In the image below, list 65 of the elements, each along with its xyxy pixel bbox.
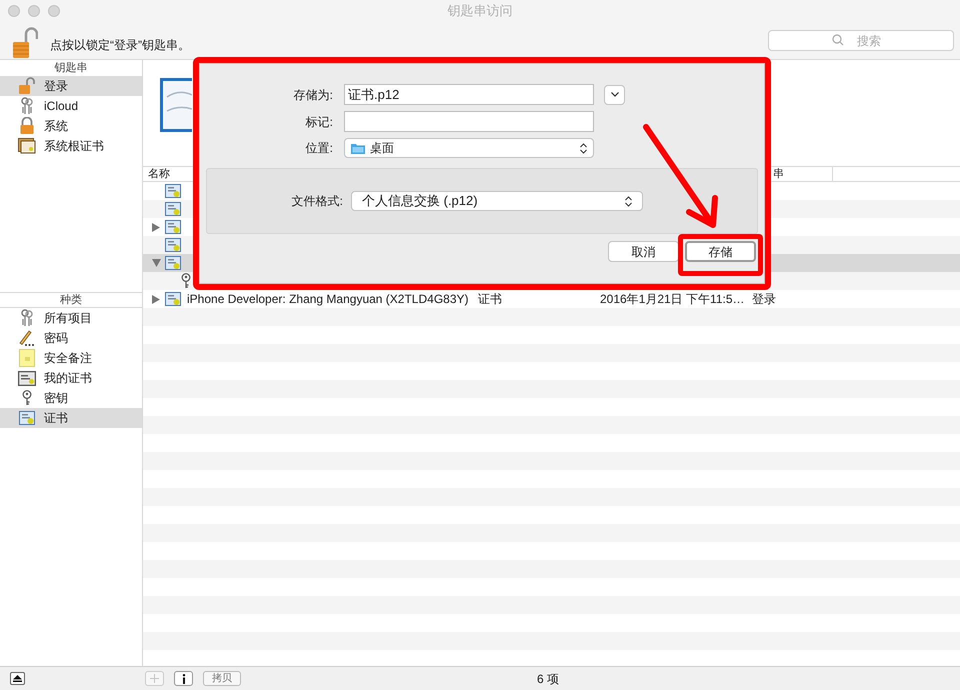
- show-sidebar-button[interactable]: [10, 672, 25, 685]
- field-label: 存储为:: [292, 86, 334, 104]
- filename-field[interactable]: 证书.p12: [344, 84, 594, 105]
- format-dropdown[interactable]: 个人信息交换 (.p12): [351, 191, 643, 211]
- cancel-button[interactable]: 取消: [608, 241, 679, 262]
- open-padlock-icon: [18, 77, 36, 95]
- plus-icon: [150, 674, 159, 683]
- sidebar-item[interactable]: 所有项目: [0, 308, 142, 328]
- sidebar-item[interactable]: 系统: [0, 116, 142, 136]
- certificate-icon: [18, 370, 36, 386]
- location-dropdown[interactable]: 桌面: [344, 138, 594, 158]
- folder-icon: [351, 142, 365, 154]
- search-field[interactable]: 搜索: [768, 30, 954, 51]
- collapse-arrow-icon[interactable]: [152, 259, 160, 267]
- add-button[interactable]: [145, 671, 164, 686]
- sidebar-item[interactable]: 登录: [0, 76, 142, 96]
- expand-arrow-icon[interactable]: [152, 222, 160, 232]
- certificate-icon: [19, 411, 35, 425]
- expand-arrow-icon[interactable]: [152, 294, 160, 304]
- note-icon: [19, 349, 35, 367]
- certificate-icon: [159, 77, 192, 133]
- search-icon: [832, 34, 844, 46]
- table-cell-text: 2016年1月21日 下午11:5…: [600, 291, 746, 308]
- copy-button[interactable]: 拷贝: [203, 671, 241, 686]
- certificates-icon: [18, 138, 36, 154]
- certificate-icon: [165, 238, 181, 252]
- field-label: 位置:: [304, 140, 334, 157]
- expand-button[interactable]: [604, 84, 625, 104]
- keys-icon: [19, 309, 35, 327]
- open-padlock-icon[interactable]: [12, 26, 38, 58]
- key-icon: [181, 273, 191, 289]
- save-button[interactable]: 存储: [685, 241, 756, 262]
- sidebar-item[interactable]: 证书: [0, 408, 142, 428]
- sidebar-item[interactable]: 我的证书: [0, 368, 142, 388]
- field-label: 文件格式:: [290, 193, 344, 210]
- table-cell-text: 登录: [752, 291, 776, 308]
- certificate-icon: [165, 256, 181, 270]
- field-label: 标记:: [304, 114, 334, 130]
- info-button[interactable]: [174, 671, 193, 686]
- eject-icon: [13, 675, 22, 682]
- certificate-icon: [165, 202, 181, 216]
- section-header: 钥匙串: [54, 61, 88, 76]
- certificate-icon: [165, 292, 181, 306]
- section-header: 种类: [0, 292, 142, 308]
- sidebar-item[interactable]: 密码: [0, 328, 142, 348]
- sidebar-item[interactable]: 系统根证书: [0, 136, 142, 156]
- certificate-icon: [165, 184, 181, 198]
- stepper-icon: [625, 196, 632, 206]
- lock-hint: 点按以锁定“登录”钥匙串。: [50, 36, 190, 54]
- table-cell-text: iPhone Developer: Zhang Mangyuan (X2TLD4G83Y): [187, 291, 468, 308]
- key-icon: [22, 390, 32, 406]
- item-count: 6 项: [537, 670, 560, 688]
- tags-field[interactable]: [344, 111, 594, 132]
- table-cell-text: 证书: [478, 291, 503, 308]
- chevron-down-icon: [610, 92, 618, 97]
- certificate-icon: [165, 220, 181, 234]
- window-title: 钥匙串访问: [448, 2, 512, 20]
- sidebar-item[interactable]: iCloud: [0, 96, 142, 116]
- keys-icon: [19, 97, 35, 115]
- padlock-icon: [19, 117, 35, 135]
- pencil-icon: [18, 329, 36, 347]
- info-icon: [182, 674, 186, 684]
- stepper-icon: [580, 142, 587, 154]
- sidebar-item[interactable]: 密钥: [0, 388, 142, 408]
- sidebar-item[interactable]: 安全备注: [0, 348, 142, 368]
